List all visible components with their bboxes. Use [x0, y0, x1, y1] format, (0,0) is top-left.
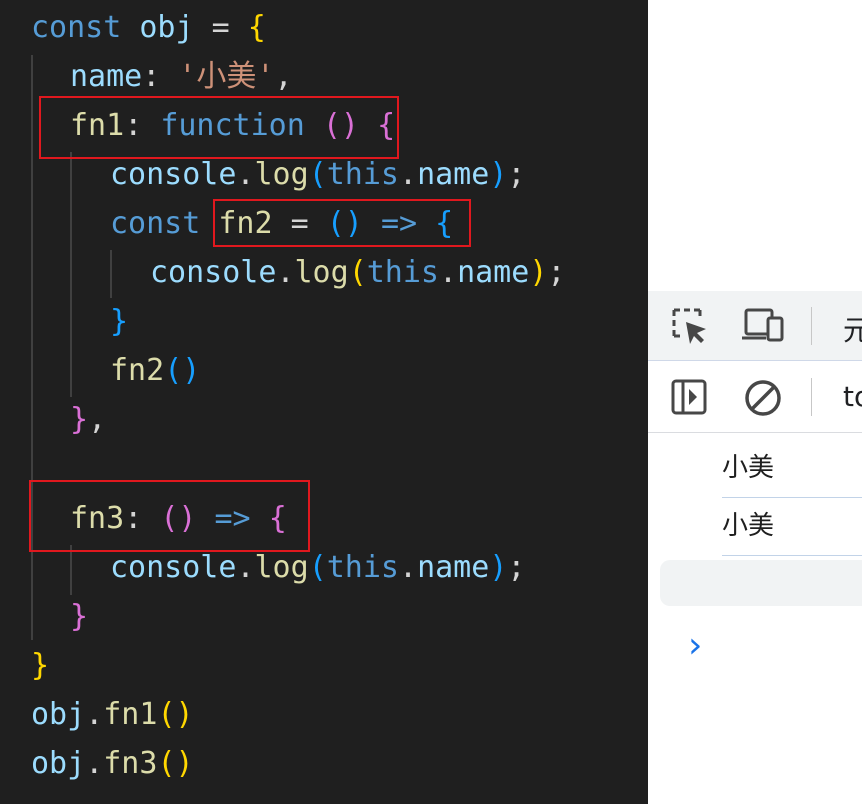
code-line-15: obj.fn1(): [31, 697, 194, 732]
blank-area: [648, 0, 862, 291]
tab-elements-partial[interactable]: 元: [843, 309, 862, 349]
code-line-8: fn2(): [110, 353, 201, 388]
context-selector-partial[interactable]: to: [843, 380, 862, 413]
indent-guide: [70, 545, 72, 595]
code-line-14: }: [31, 648, 50, 683]
code-editor[interactable]: const obj = { name: '小美', fn1: function …: [0, 0, 648, 804]
code-line-16: obj.fn3(): [31, 746, 194, 781]
console-toolbar: to: [648, 361, 862, 433]
code-line-6: console.log(this.name);: [150, 255, 566, 290]
code-line-9: },: [70, 402, 107, 437]
console-prompt-chevron[interactable]: ›: [688, 624, 702, 668]
console-input-area[interactable]: [660, 560, 862, 606]
indent-guide: [31, 55, 33, 640]
code-line-13: }: [70, 599, 89, 634]
devtools-tab-toolbar: 元: [648, 291, 862, 361]
code-line-1: const obj = {: [31, 10, 266, 45]
highlight-box-fn3: [29, 480, 310, 552]
code-line-2: name: '小美',: [70, 59, 293, 94]
code-line-7: }: [110, 304, 129, 339]
toolbar-separator: [811, 307, 812, 345]
toolbar-separator: [811, 378, 812, 416]
indent-guide: [70, 152, 72, 397]
highlight-box-fn1: [39, 96, 399, 159]
console-message: 小美: [722, 497, 862, 556]
console-message: 小美: [722, 439, 862, 498]
clear-console-icon[interactable]: [743, 378, 783, 418]
inspect-element-icon[interactable]: [670, 306, 710, 346]
devtools-panel: 元 to 小美 小美 ›: [648, 0, 862, 804]
sidebar-toggle-icon[interactable]: [670, 378, 708, 416]
indent-guide: [110, 250, 112, 298]
highlight-box-fn2: [213, 199, 471, 247]
device-toolbar-icon[interactable]: [740, 306, 786, 346]
